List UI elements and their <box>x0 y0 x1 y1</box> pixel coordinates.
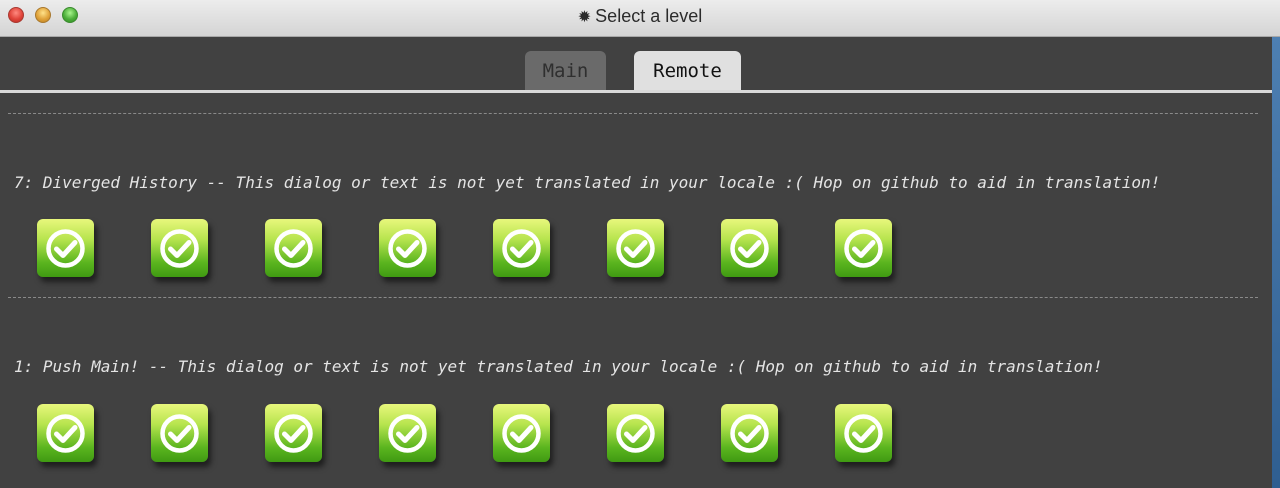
gear-icon: ✹ <box>577 9 592 26</box>
level-button[interactable] <box>721 219 778 277</box>
level-button[interactable] <box>379 404 436 462</box>
level-button[interactable] <box>493 404 550 462</box>
window-title: ✹ Select a level <box>0 0 1280 32</box>
level-button[interactable] <box>265 404 322 462</box>
check-circle-icon <box>274 414 313 453</box>
check-circle-icon <box>616 414 655 453</box>
tab-main[interactable]: Main <box>525 51 606 90</box>
level-button[interactable] <box>265 219 322 277</box>
check-circle-icon <box>844 414 883 453</box>
section-title-push-main: 1: Push Main! -- This dialog or text is … <box>14 357 1103 376</box>
check-circle-icon <box>274 229 313 268</box>
tab-underline <box>0 90 1272 93</box>
check-circle-icon <box>160 414 199 453</box>
section-divider <box>8 113 1258 114</box>
check-circle-icon <box>616 229 655 268</box>
check-circle-icon <box>502 229 541 268</box>
check-circle-icon <box>46 414 85 453</box>
check-circle-icon <box>730 229 769 268</box>
check-circle-icon <box>388 414 427 453</box>
level-button[interactable] <box>607 404 664 462</box>
level-button[interactable] <box>151 219 208 277</box>
check-circle-icon <box>46 229 85 268</box>
level-button[interactable] <box>607 219 664 277</box>
section-title-diverged-history: 7: Diverged History -- This dialog or te… <box>14 173 1161 192</box>
level-button[interactable] <box>37 219 94 277</box>
check-circle-icon <box>844 229 883 268</box>
check-circle-icon <box>502 414 541 453</box>
window-title-text: Select a level <box>595 6 703 26</box>
level-button[interactable] <box>379 219 436 277</box>
check-circle-icon <box>160 229 199 268</box>
check-circle-icon <box>388 229 427 268</box>
level-button[interactable] <box>37 404 94 462</box>
level-button[interactable] <box>835 404 892 462</box>
tab-remote[interactable]: Remote <box>634 51 741 90</box>
level-button[interactable] <box>721 404 778 462</box>
check-circle-icon <box>730 414 769 453</box>
level-button[interactable] <box>493 219 550 277</box>
section-divider <box>8 297 1258 298</box>
desktop-edge <box>1272 37 1280 488</box>
level-button[interactable] <box>151 404 208 462</box>
level-button[interactable] <box>835 219 892 277</box>
title-bar: ✹ Select a level <box>0 0 1280 37</box>
